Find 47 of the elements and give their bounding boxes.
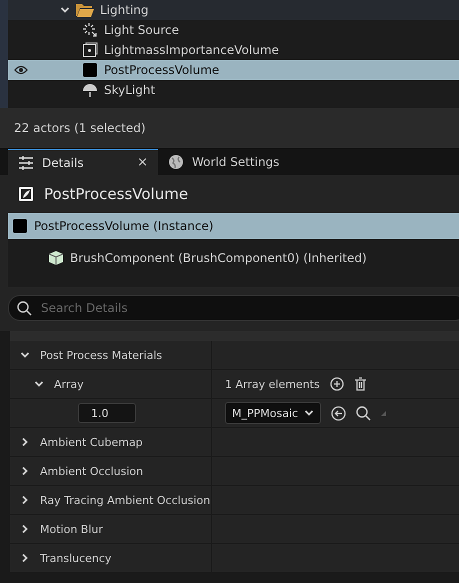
chevron-down-icon[interactable] [34, 379, 44, 389]
eye-icon[interactable] [14, 65, 28, 75]
chevron-down-icon[interactable] [60, 5, 70, 15]
tab[interactable]: World Settings [158, 149, 290, 175]
property-label: Ray Tracing Ambient Occlusion [40, 494, 210, 506]
chevron-down-icon[interactable] [304, 408, 314, 418]
property-label: Ambient Occlusion [40, 464, 144, 478]
actor-thumbnail-icon [82, 62, 98, 78]
sliders-icon [18, 156, 34, 170]
search-field[interactable]: Search Details [8, 295, 459, 321]
chevron-right-icon[interactable] [20, 437, 30, 447]
weight-field[interactable]: 1.0 [78, 403, 136, 423]
actor-thumbnail-icon [12, 218, 28, 234]
array-count: 1 Array elements [225, 378, 320, 390]
cube-icon [48, 250, 64, 266]
tab[interactable]: Details × [8, 149, 158, 175]
status-text: 22 actors (1 selected) [14, 121, 146, 135]
search-icon[interactable] [17, 301, 32, 316]
trash-icon[interactable] [354, 377, 367, 391]
component-label[interactable]: BrushComponent (BrushComponent0) (Inherited) [70, 251, 367, 265]
property-label: Post Process Materials [40, 348, 162, 362]
folder-label[interactable]: Lighting [100, 3, 149, 17]
search-icon[interactable] [356, 406, 372, 420]
light-source-icon [82, 22, 98, 38]
asset-dropdown[interactable]: M_PPMosaic [225, 402, 322, 424]
chevron-right-icon[interactable] [20, 466, 30, 476]
chevron-right-icon[interactable] [20, 553, 30, 563]
actor-title: PostProcessVolume [44, 185, 188, 203]
volume-icon [82, 42, 98, 58]
chevron-right-icon[interactable] [20, 524, 30, 534]
property-label: Translucency [40, 552, 112, 564]
actor-icon [18, 186, 34, 202]
resize-grip-icon [381, 410, 386, 416]
actor-label[interactable]: LightmassImportanceVolume [104, 43, 279, 57]
property-label: Ambient Cubemap [40, 436, 143, 448]
actor-label[interactable]: Light Source [104, 23, 179, 37]
close-icon[interactable]: × [137, 155, 148, 170]
add-icon[interactable] [330, 377, 344, 391]
folder-icon [76, 3, 94, 17]
chevron-right-icon[interactable] [20, 495, 30, 505]
actor-label[interactable]: SkyLight [104, 83, 156, 97]
chevron-down-icon[interactable] [20, 350, 30, 360]
globe-icon [168, 154, 184, 170]
skylight-icon [82, 82, 98, 98]
property-label: Array [54, 378, 84, 390]
property-label: Motion Blur [40, 522, 103, 536]
actor-label[interactable]: PostProcessVolume [104, 63, 220, 77]
